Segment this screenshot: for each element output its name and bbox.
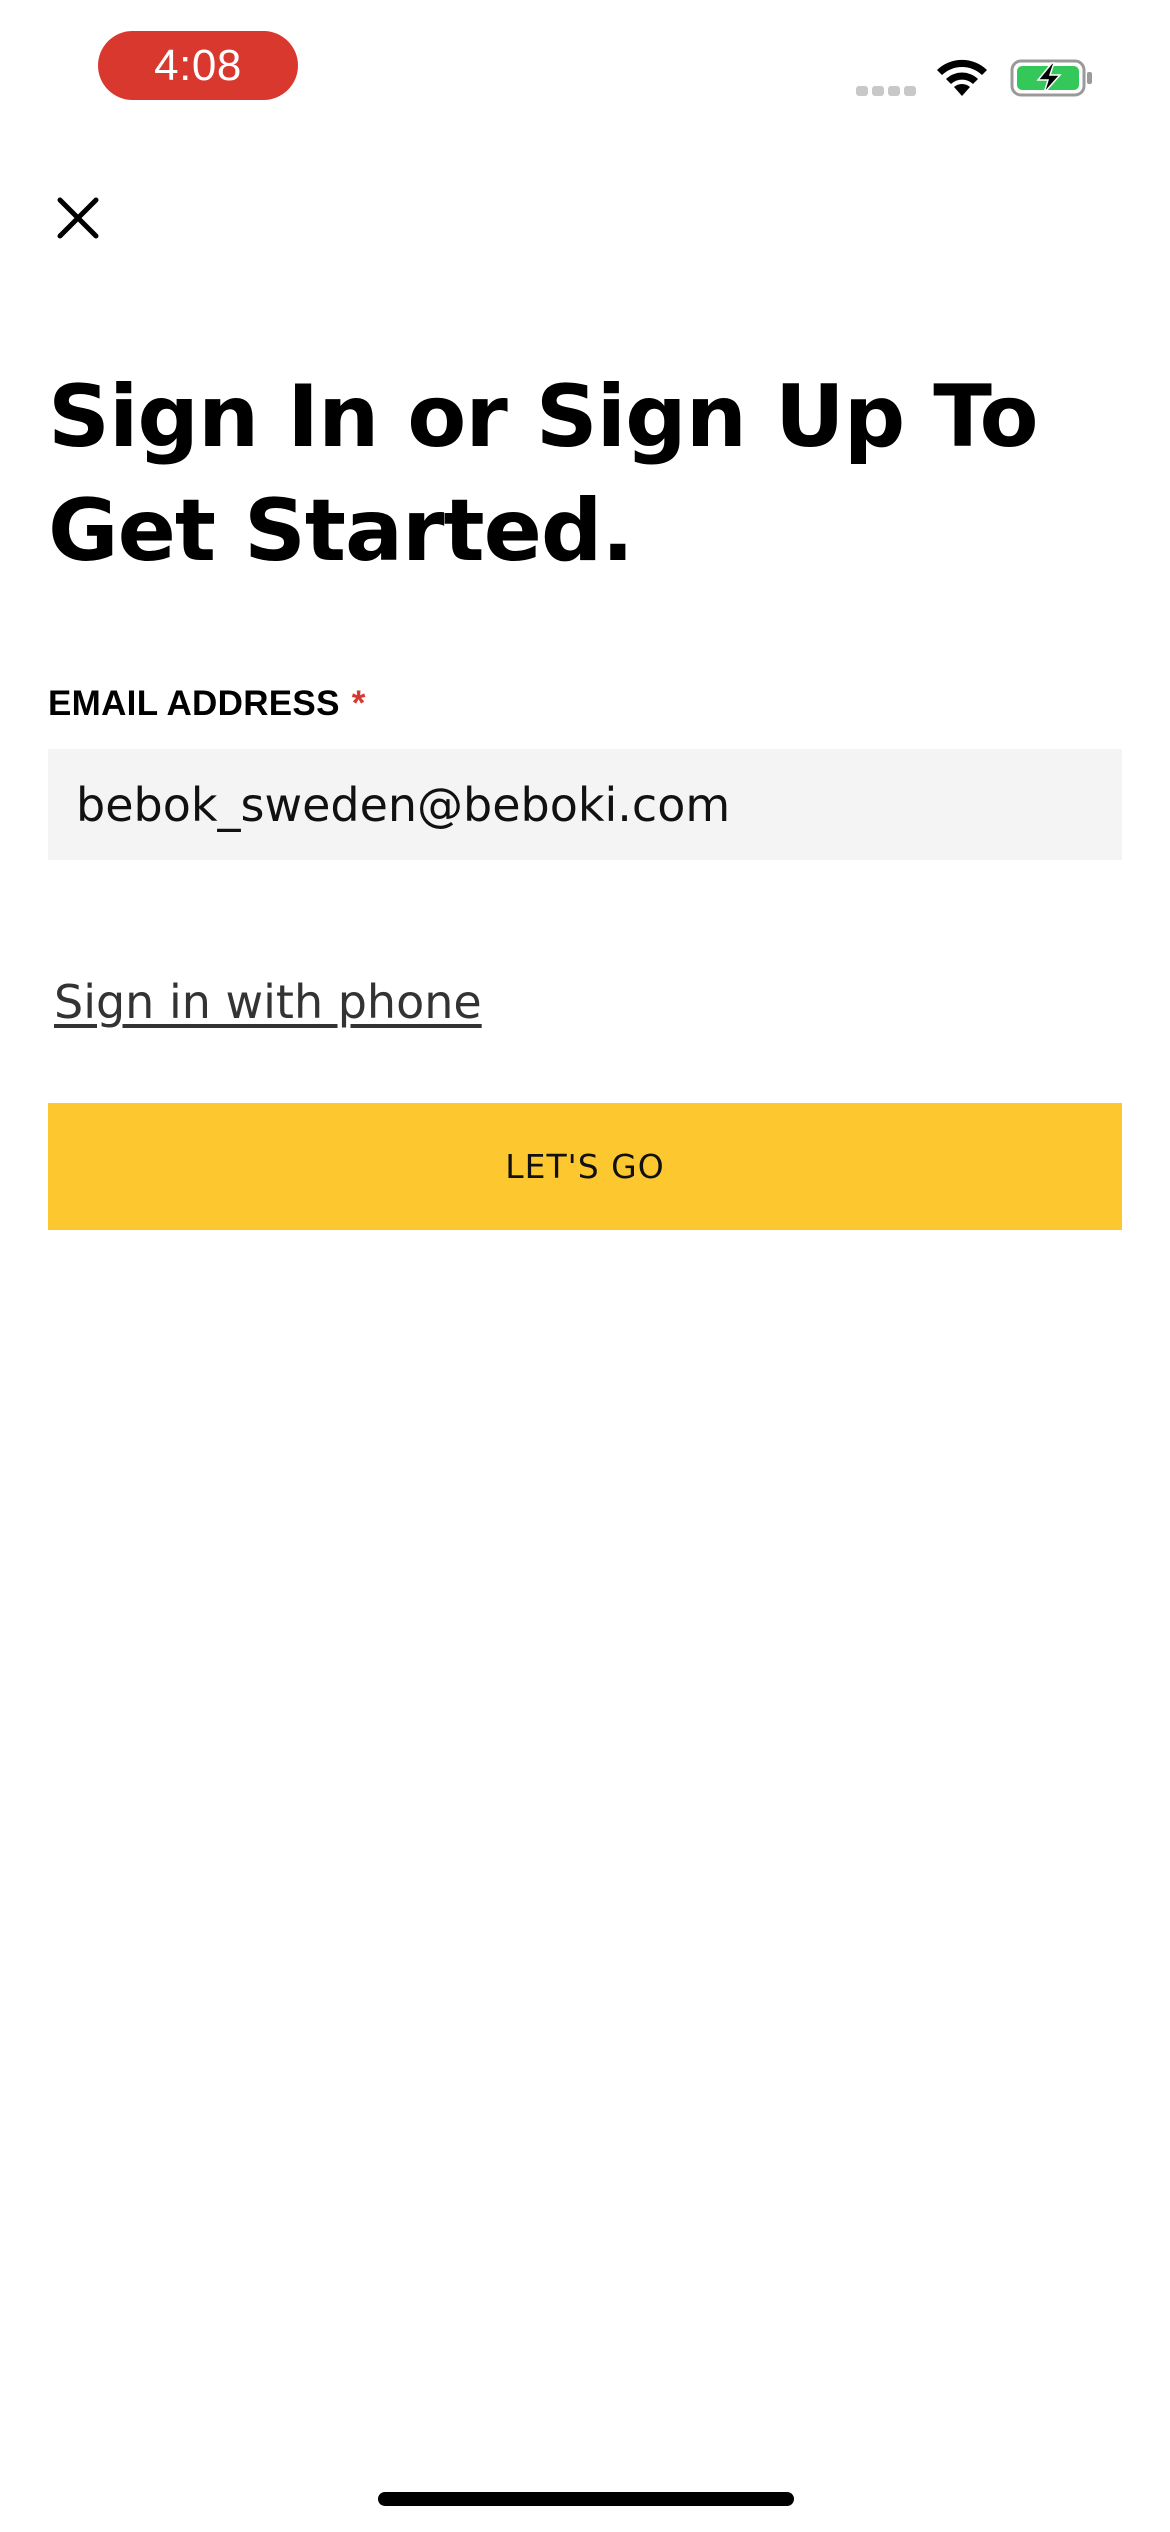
home-indicator[interactable] bbox=[378, 2492, 794, 2506]
wifi-icon bbox=[937, 59, 987, 96]
status-time[interactable]: 4:08 bbox=[98, 31, 298, 100]
page-title: Sign In or Sign Up To Get Started. bbox=[48, 367, 1039, 581]
lets-go-button[interactable]: LET'S GO bbox=[48, 1103, 1122, 1230]
signal-icon bbox=[856, 86, 916, 96]
close-icon bbox=[57, 197, 98, 238]
email-label-text: EMAIL ADDRESS bbox=[48, 684, 340, 723]
status-bar: 4:08 bbox=[0, 0, 1170, 140]
close-button[interactable] bbox=[40, 180, 115, 255]
battery-charging-icon bbox=[1010, 59, 1092, 97]
email-field[interactable] bbox=[48, 749, 1122, 860]
email-label: EMAIL ADDRESS * bbox=[48, 682, 366, 726]
sign-in-with-phone-link[interactable]: Sign in with phone bbox=[54, 975, 482, 1029]
required-marker: * bbox=[351, 684, 366, 723]
